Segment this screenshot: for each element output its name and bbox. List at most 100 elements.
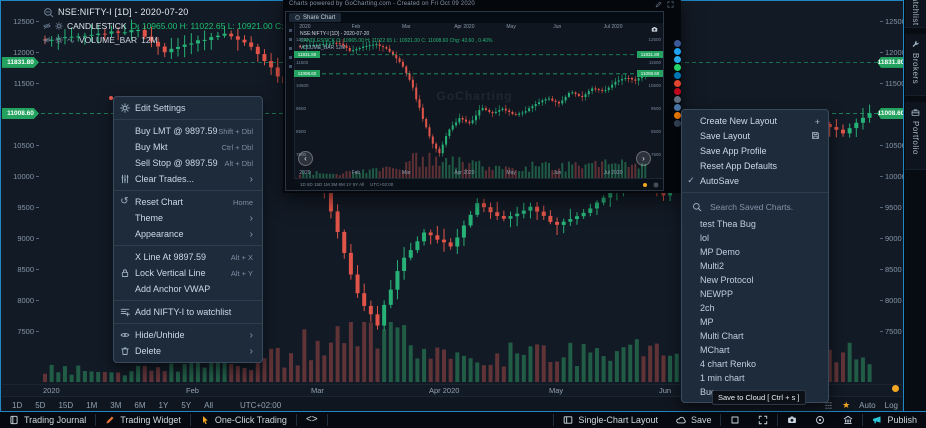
sidebar-tab-portfolio[interactable]: Portfolio <box>905 102 926 170</box>
menu-item-save-layout[interactable]: Save Layout <box>682 128 828 143</box>
timeframe-button-1m[interactable]: 1M <box>86 401 97 410</box>
favorite-star-icon[interactable]: ★ <box>842 401 850 410</box>
share-linkedin-icon[interactable] <box>674 72 681 79</box>
menu-item-autosave[interactable]: ✓AutoSave <box>682 173 828 188</box>
saved-chart-item[interactable]: 2ch <box>682 301 828 315</box>
price-label: 11831.80 <box>877 57 904 68</box>
menu-item-clear-trades[interactable]: Clear Trades...› <box>114 171 262 187</box>
menu-item-save-app-profile[interactable]: Save App Profile <box>682 143 828 158</box>
symbol-title: NSE:NIFTY-I [1D] - 2020-07-20 <box>58 7 189 17</box>
share-pinterest-icon[interactable] <box>674 88 681 95</box>
menu-item-label: Lock Vertical Line <box>135 268 231 278</box>
gear-icon[interactable] <box>55 22 63 30</box>
menu-item-buy-lmt-9897-59[interactable]: Buy LMT @ 9897.59Shift + Dbl <box>114 123 262 139</box>
auto-scale-button[interactable]: Auto <box>859 401 875 410</box>
floppy-icon <box>811 127 828 145</box>
eye-off-icon[interactable] <box>43 36 51 44</box>
toolbar-button-save[interactable]: Save <box>667 412 721 428</box>
share-whatsapp-icon[interactable] <box>674 64 681 71</box>
expand-icon[interactable] <box>667 1 674 8</box>
toolbar-button-label: Single-Chart Layout <box>578 415 658 425</box>
scroll-left-button[interactable]: ‹ <box>298 151 313 166</box>
edit-icon[interactable] <box>655 1 662 8</box>
menu-item-add-nifty-i-to-watchlist[interactable]: Add NIFTY-I to watchlist <box>114 304 262 320</box>
toolbar-button-one-click-trading[interactable]: One-Click Trading <box>191 412 296 428</box>
mini-price-tick: 11500 <box>649 60 661 65</box>
toolbar-button-trading-journal[interactable]: Trading Journal <box>0 412 95 428</box>
timeframe-button-1y[interactable]: 1Y <box>159 401 169 410</box>
saved-chart-item[interactable]: Multi2 <box>682 259 828 273</box>
menu-item-delete[interactable]: Delete› <box>114 343 262 359</box>
search-saved-charts-input[interactable] <box>708 201 822 213</box>
share-reddit-icon[interactable] <box>674 80 681 87</box>
saved-chart-item[interactable]: MChart <box>682 343 828 357</box>
timeframe-button-5y[interactable]: 5Y <box>181 401 191 410</box>
sidebar-tab-watchlist[interactable]: Watchlist <box>905 0 926 28</box>
share-twitter-icon[interactable] <box>674 48 681 55</box>
menu-item-shortcut: Ctrl + Dbl <box>222 143 262 152</box>
timeframe-button-6m[interactable]: 6M <box>134 401 145 410</box>
share-icons-column <box>674 40 681 127</box>
mini-ohlc: CANDLESTICK O: 10965.00 H: 11022.65 L: 1… <box>300 38 492 45</box>
menu-item-lock-vertical-line[interactable]: Lock Vertical LineAlt + Y <box>114 265 262 281</box>
toolbar-button-stop-icon[interactable] <box>721 412 749 428</box>
share-vk-icon[interactable] <box>674 104 681 111</box>
menu-item-appearance[interactable]: Appearance› <box>114 226 262 242</box>
menu-item-label: Add Anchor VWAP <box>135 284 262 294</box>
saved-chart-item[interactable]: 4 chart Renko <box>682 357 828 371</box>
menu-item-create-new-layout[interactable]: Create New Layout+ <box>682 113 828 128</box>
expand-icon <box>758 415 768 425</box>
timeframe-button-all[interactable]: All <box>204 401 213 410</box>
menu-item-hide-unhide[interactable]: Hide/Unhide› <box>114 327 262 343</box>
saved-chart-item[interactable]: lol <box>682 231 828 245</box>
menu-item-reset-chart[interactable]: ↺Reset ChartHome <box>114 194 262 210</box>
timeframe-button-5d[interactable]: 5D <box>35 401 45 410</box>
toolbar-button-target-icon[interactable] <box>806 412 834 428</box>
log-scale-button[interactable]: Log <box>885 401 898 410</box>
share-blogger-icon[interactable] <box>674 112 681 119</box>
gear-icon[interactable] <box>55 36 63 44</box>
saved-chart-item[interactable]: MP Demo <box>682 245 828 259</box>
tab-share-chart[interactable]: Share Chart <box>289 13 341 22</box>
toolbar-button-trading-widget[interactable]: Trading Widget <box>96 412 190 428</box>
timeframe-button-1d[interactable]: 1D <box>12 401 22 410</box>
eye-off-icon[interactable] <box>43 22 51 30</box>
toolbar-button-camera-icon[interactable] <box>778 412 806 428</box>
menu-item-add-anchor-vwap[interactable]: Add Anchor VWAP <box>114 281 262 297</box>
toolbar-button-single-chart-layout[interactable]: Single-Chart Layout <box>554 412 667 428</box>
magnifier-icon[interactable] <box>43 7 54 18</box>
screenshot-icon[interactable] <box>651 26 658 33</box>
saved-chart-item[interactable]: New Protocol <box>682 273 828 287</box>
saved-chart-item[interactable]: MP <box>682 315 828 329</box>
sidebar-tab-brokers[interactable]: Brokers <box>905 34 926 96</box>
mini-notification-dot <box>643 183 647 187</box>
mini-volume: VOLUME_BAR 12M <box>300 45 492 52</box>
saved-chart-item[interactable]: Multi Chart <box>682 329 828 343</box>
mini-timeframes: 1D 5D 15D 1M 3M 6M 1Y 5Y All <box>294 182 364 187</box>
search-row <box>682 197 828 217</box>
timeframe-button-3m[interactable]: 3M <box>110 401 121 410</box>
timeframe-button-15d[interactable]: 15D <box>58 401 73 410</box>
share-email-icon[interactable] <box>674 96 681 103</box>
toolbar-button-code-icon[interactable]: <> <box>297 412 327 428</box>
scroll-right-button[interactable]: › <box>636 151 651 166</box>
share-tumblr-icon[interactable] <box>674 120 681 127</box>
menu-item-buy-mkt[interactable]: Buy MktCtrl + Dbl <box>114 139 262 155</box>
briefcase-icon <box>911 108 920 117</box>
menu-item-theme[interactable]: Theme› <box>114 210 262 226</box>
mini-chart[interactable]: 2020FebMarApr 2020MayJunJul 2020 NSE:NIF… <box>286 23 663 190</box>
share-facebook-icon[interactable] <box>674 40 681 47</box>
timezone-button[interactable]: UTC+02:00 <box>240 401 281 410</box>
toolbar-button-bank-icon[interactable] <box>834 412 862 428</box>
toolbar-button-publish[interactable]: Publish <box>863 412 926 428</box>
toolbar-button-expand-icon[interactable] <box>749 412 777 428</box>
saved-chart-item[interactable]: 1 min chart <box>682 371 828 385</box>
saved-chart-item[interactable]: test Thea Bug <box>682 217 828 231</box>
saved-chart-item[interactable]: NEWPP <box>682 287 828 301</box>
menu-item-edit-settings[interactable]: Edit Settings <box>114 100 262 116</box>
menu-item-x-line-at-9897-59[interactable]: X Line At 9897.59Alt + X <box>114 249 262 265</box>
menu-item-reset-app-defaults[interactable]: Reset App Defaults <box>682 158 828 173</box>
menu-item-sell-stop-9897-59[interactable]: Sell Stop @ 9897.59Alt + Dbl <box>114 155 262 171</box>
mini-price-tick: 9500 <box>651 106 661 111</box>
share-telegram-icon[interactable] <box>674 56 681 63</box>
